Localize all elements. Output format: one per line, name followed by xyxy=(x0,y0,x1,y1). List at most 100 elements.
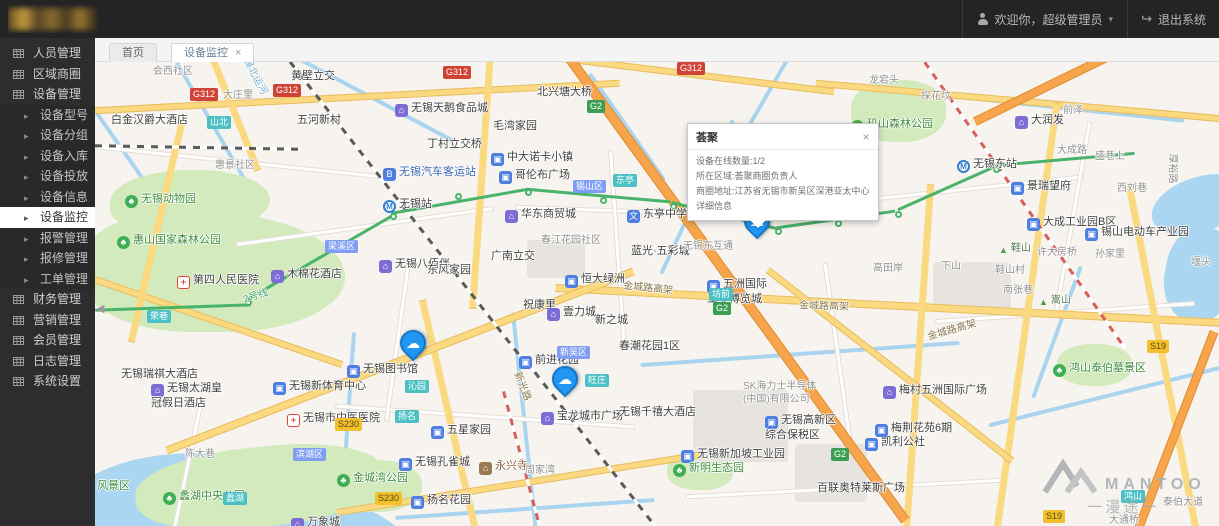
sidebar-item[interactable]: ▸ 设备信息 xyxy=(0,186,95,207)
tab-label: 设备监控 xyxy=(184,47,228,59)
popup-info-line: 所在区域:荟聚商圈负责人 xyxy=(696,171,798,181)
metro-station-dot xyxy=(525,189,532,196)
factory-icon: ▣ xyxy=(1027,218,1040,231)
sidebar-item-label: 设备监控 xyxy=(40,210,89,224)
mountain-icon: ▲ xyxy=(999,245,1008,255)
map-label: ⌂ 无锡天鹅食品城 xyxy=(395,102,488,117)
sidebar-item[interactable]: ▸ 设备投放 xyxy=(0,166,95,187)
user-icon xyxy=(977,13,989,25)
chevron-right-icon: ▸ xyxy=(24,213,29,223)
map-label: 新之城 xyxy=(595,314,628,327)
map-label-text: 黄壁立交 xyxy=(291,70,335,82)
map-label: 探花坟 xyxy=(921,90,951,103)
map-label-text: 宝龙城市广场 xyxy=(557,410,623,422)
sidebar-item[interactable]: 区域商圈 xyxy=(0,64,95,85)
map-label: ▣ 哥伦布广场 xyxy=(499,169,570,184)
park-tree-icon: ♣ xyxy=(125,195,138,208)
detail-link[interactable]: 详细信息 xyxy=(696,199,870,214)
welcome-label: 欢迎你，超级管理员 xyxy=(994,12,1103,27)
grid-icon xyxy=(13,356,24,366)
map-label: 孙家里 xyxy=(1095,248,1125,261)
sidebar-item[interactable]: 设备管理 xyxy=(0,84,95,105)
park-tree-icon: ♣ xyxy=(337,474,350,487)
road-shield-badge: G312 xyxy=(190,88,219,101)
building-icon: ▣ xyxy=(875,424,888,437)
app-logo[interactable] xyxy=(8,5,104,33)
map-label: ⌂ 木棉花酒店 xyxy=(271,268,342,283)
map-label-text: 陈大巷 xyxy=(185,449,215,460)
user-menu[interactable]: 欢迎你，超级管理员 ▾ xyxy=(961,0,1129,38)
sidebar-item[interactable]: 人员管理 xyxy=(0,43,95,64)
map-label-text: 壹力城 xyxy=(563,306,596,318)
map-label: 新光路 xyxy=(510,370,533,403)
map-label: 龙宕头 xyxy=(869,74,899,87)
stadium-icon: ▣ xyxy=(273,382,286,395)
map-pan-left-icon[interactable]: ◀ xyxy=(96,302,104,315)
map-label-text: 蓝光·五彩城 xyxy=(631,245,690,257)
sidebar-item[interactable]: ▸ 设备入库 xyxy=(0,145,95,166)
map-label: 百联奥特莱斯广场 xyxy=(817,482,905,495)
building-icon: ▣ xyxy=(519,356,532,369)
map-label: ▣ 五星家园 xyxy=(431,424,491,439)
library-icon: ▣ xyxy=(347,365,360,378)
tab-close-icon[interactable]: × xyxy=(235,47,241,59)
map-label: 大庄里 xyxy=(223,89,253,102)
road-shield-badge: G312 xyxy=(443,66,472,79)
sidebar-item-label: 报修管理 xyxy=(40,251,89,265)
chevron-right-icon: ▸ xyxy=(24,254,29,264)
map-label-text: 白金汉爵大酒店 xyxy=(111,114,188,126)
sidebar-item[interactable]: 营销管理 xyxy=(0,310,95,331)
map-label-text: 大庄里 xyxy=(223,90,253,101)
map-label-text: 鸿山泰伯墓景区 xyxy=(1069,362,1146,374)
road-shield-badge: G312 xyxy=(677,62,706,75)
map-label: 堰头 xyxy=(1191,256,1211,269)
map-label: 盛巷上 xyxy=(1095,150,1125,163)
close-icon[interactable]: × xyxy=(837,130,870,144)
logout-button[interactable]: ↪ 退出系统 xyxy=(1128,0,1219,38)
map-label: +无锡市中医医院 xyxy=(287,412,380,427)
sidebar-item[interactable]: ▸ 设备分组 xyxy=(0,125,95,146)
sidebar-item[interactable]: 日志管理 xyxy=(0,351,95,372)
map-label-text: 北兴塘大桥 xyxy=(537,86,592,98)
school-icon: 文 xyxy=(627,210,640,223)
map-label-text: 会西社区 xyxy=(153,66,193,77)
chevron-right-icon: ▸ xyxy=(24,192,29,203)
map-label-text: 大成路 xyxy=(1057,145,1087,156)
map-label: ⌂ 永兴寺 xyxy=(479,460,528,475)
map-label-text: 许大房桥 xyxy=(1037,247,1077,258)
sidebar-item[interactable]: ▸ 工单管理 xyxy=(0,268,95,289)
map-label: 春潮花园1区 xyxy=(619,340,680,353)
sidebar-item[interactable]: ▸ 报修管理 xyxy=(0,248,95,269)
map-label-text: 鞋山 xyxy=(1010,243,1031,254)
sidebar-item[interactable]: 财务管理 xyxy=(0,289,95,310)
sidebar-item[interactable]: ▸ 设备型号 xyxy=(0,104,95,125)
map-watermark: MANTOO 一漫途一 xyxy=(1041,454,1206,517)
map-label-text: 西刘巷 xyxy=(1117,183,1147,194)
map-label: ♣ 新明生态园 xyxy=(673,462,744,477)
map-canvas[interactable]: ◀ 荟聚 × 设备在线数量:1/2 所在区域:荟聚商圈负责人 商圈地址:江苏省无锡市… xyxy=(95,62,1219,526)
map-label-text: 新之城 xyxy=(595,314,628,326)
tab[interactable]: 设备监控 × xyxy=(171,43,255,62)
top-header: 欢迎你，超级管理员 ▾ ↪ 退出系统 xyxy=(0,0,1219,38)
sidebar-item[interactable]: ▸ 报警管理 xyxy=(0,227,95,248)
sidebar-item[interactable]: 系统设置 xyxy=(0,371,95,392)
park-tree-icon: ♣ xyxy=(163,492,176,505)
chevron-right-icon: ▸ xyxy=(24,110,29,121)
mall-icon: ⌂ xyxy=(883,386,896,399)
mall-icon: ⌂ xyxy=(505,210,518,223)
mantoo-logo-icon xyxy=(1042,458,1098,494)
map-label-text: 广南立交 xyxy=(491,250,535,262)
map-label: 金城路高架 xyxy=(799,299,849,314)
sidebar-item[interactable]: 会员管理 xyxy=(0,330,95,351)
map-label: ♣ 无锡动物园 xyxy=(125,193,196,208)
map-label: + 第四人民医院 xyxy=(177,274,259,289)
sidebar-item[interactable]: ▸ 设备监控 xyxy=(0,207,95,228)
metro-station-dot xyxy=(895,211,902,218)
map-label-text: 无锡图书馆 xyxy=(363,363,418,375)
metro-station-dot xyxy=(600,197,607,204)
map-label-text: 无锡东站 xyxy=(973,158,1017,170)
map-label-text: 鞋山村 xyxy=(995,265,1025,276)
metro-icon: M xyxy=(957,160,970,173)
tab[interactable]: 首页 xyxy=(109,43,157,62)
header-actions: 欢迎你，超级管理员 ▾ ↪ 退出系统 xyxy=(961,0,1219,38)
